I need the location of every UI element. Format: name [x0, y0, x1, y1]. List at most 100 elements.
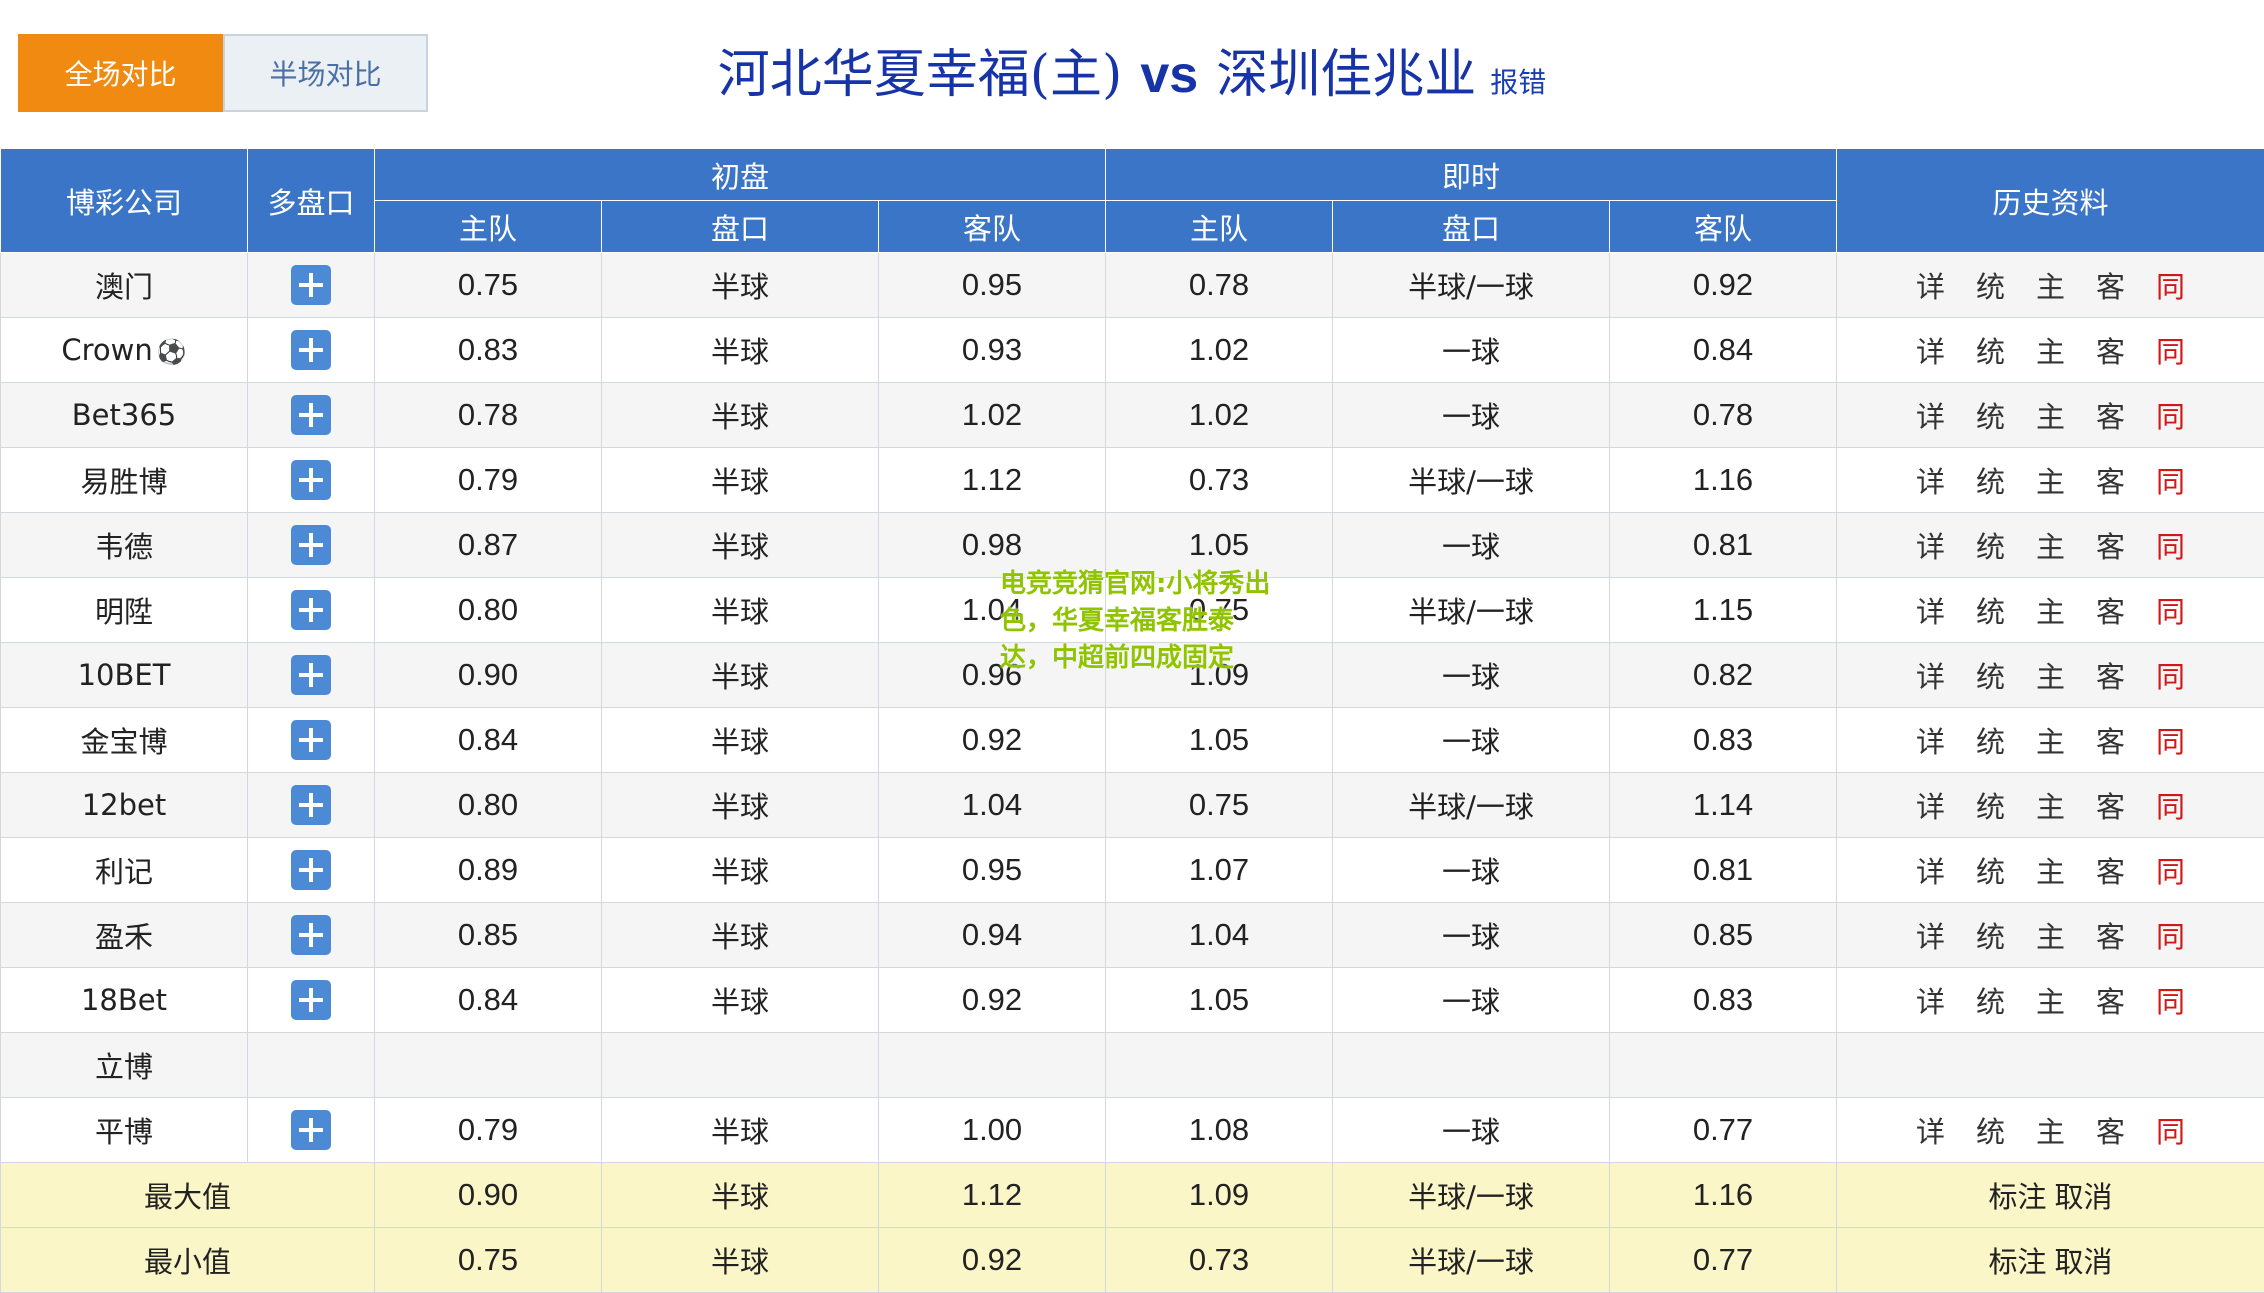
history-link-3[interactable]: 客: [2081, 459, 2141, 501]
history-link-2[interactable]: 主: [2021, 979, 2081, 1021]
history-link-0[interactable]: 详: [1901, 524, 1961, 566]
company-cell: 易胜博: [1, 448, 248, 513]
history-link-1[interactable]: 统: [1961, 979, 2021, 1021]
history-link-3[interactable]: 客: [2081, 329, 2141, 371]
history-link-3[interactable]: 客: [2081, 654, 2141, 696]
plus-square-icon[interactable]: [291, 525, 331, 565]
history-link-2[interactable]: 主: [2021, 589, 2081, 631]
history-link-3[interactable]: 客: [2081, 849, 2141, 891]
history-link-1[interactable]: 统: [1961, 849, 2021, 891]
history-link-1[interactable]: 统: [1961, 264, 2021, 306]
history-link-3[interactable]: 客: [2081, 719, 2141, 761]
mark-link[interactable]: 标注: [1988, 1180, 2046, 1214]
history-link-4[interactable]: 同: [2141, 914, 2201, 956]
history-link-2[interactable]: 主: [2021, 394, 2081, 436]
summary-init-away: 0.92: [879, 1228, 1106, 1293]
history-link-3[interactable]: 客: [2081, 914, 2141, 956]
history-link-0[interactable]: 详: [1901, 264, 1961, 306]
history-link-3[interactable]: 客: [2081, 589, 2141, 631]
history-link-3[interactable]: 客: [2081, 784, 2141, 826]
plus-square-icon[interactable]: [291, 460, 331, 500]
history-link-0[interactable]: 详: [1901, 329, 1961, 371]
plus-square-icon[interactable]: [291, 330, 331, 370]
history-link-4[interactable]: 同: [2141, 264, 2201, 306]
history-link-4[interactable]: 同: [2141, 589, 2201, 631]
history-link-0[interactable]: 详: [1901, 394, 1961, 436]
history-link-0[interactable]: 详: [1901, 1109, 1961, 1151]
summary-actions: 标注取消: [1837, 1228, 2264, 1293]
history-link-4[interactable]: 同: [2141, 654, 2201, 696]
history-link-4[interactable]: 同: [2141, 849, 2201, 891]
history-link-1[interactable]: 统: [1961, 719, 2021, 761]
company-name: 立博: [95, 1050, 153, 1084]
company-name: 澳门: [95, 270, 153, 304]
multi-cell: [248, 383, 375, 448]
history-link-0[interactable]: 详: [1901, 784, 1961, 826]
history-link-0[interactable]: 详: [1901, 719, 1961, 761]
header-history: 历史资料: [1837, 149, 2264, 253]
history-link-0[interactable]: 详: [1901, 849, 1961, 891]
header-initial-line: 盘口: [602, 201, 879, 253]
live-away-cell: 0.78: [1610, 383, 1837, 448]
plus-square-icon[interactable]: [291, 590, 331, 630]
plus-square-icon[interactable]: [291, 655, 331, 695]
plus-square-icon[interactable]: [291, 720, 331, 760]
report-error-link[interactable]: 报错: [1490, 66, 1546, 99]
history-link-3[interactable]: 客: [2081, 1109, 2141, 1151]
history-link-4[interactable]: 同: [2141, 329, 2201, 371]
history-link-2[interactable]: 主: [2021, 264, 2081, 306]
history-link-1[interactable]: 统: [1961, 394, 2021, 436]
plus-square-icon[interactable]: [291, 265, 331, 305]
history-link-1[interactable]: 统: [1961, 589, 2021, 631]
live-away-cell: 1.14: [1610, 773, 1837, 838]
history-link-2[interactable]: 主: [2021, 524, 2081, 566]
history-link-2[interactable]: 主: [2021, 329, 2081, 371]
history-link-3[interactable]: 客: [2081, 979, 2141, 1021]
table-row: 易胜博0.79半球1.120.73半球/一球1.16详统主客同: [1, 448, 2264, 513]
header-live-line: 盘口: [1333, 201, 1610, 253]
history-link-0[interactable]: 详: [1901, 459, 1961, 501]
history-link-2[interactable]: 主: [2021, 459, 2081, 501]
mark-link[interactable]: 标注: [1988, 1245, 2046, 1279]
history-link-0[interactable]: 详: [1901, 654, 1961, 696]
history-link-1[interactable]: 统: [1961, 524, 2021, 566]
history-link-1[interactable]: 统: [1961, 329, 2021, 371]
history-link-4[interactable]: 同: [2141, 394, 2201, 436]
history-link-1[interactable]: 统: [1961, 1109, 2021, 1151]
cancel-link[interactable]: 取消: [2055, 1245, 2113, 1279]
history-link-2[interactable]: 主: [2021, 914, 2081, 956]
history-link-2[interactable]: 主: [2021, 719, 2081, 761]
history-link-4[interactable]: 同: [2141, 784, 2201, 826]
history-link-3[interactable]: 客: [2081, 394, 2141, 436]
history-link-3[interactable]: 客: [2081, 264, 2141, 306]
summary-live-line: 半球/一球: [1333, 1163, 1610, 1228]
history-link-2[interactable]: 主: [2021, 784, 2081, 826]
history-link-3[interactable]: 客: [2081, 524, 2141, 566]
history-link-1[interactable]: 统: [1961, 459, 2021, 501]
history-link-1[interactable]: 统: [1961, 784, 2021, 826]
history-link-4[interactable]: 同: [2141, 719, 2201, 761]
history-link-1[interactable]: 统: [1961, 914, 2021, 956]
history-link-0[interactable]: 详: [1901, 914, 1961, 956]
history-link-1[interactable]: 统: [1961, 654, 2021, 696]
plus-square-icon[interactable]: [291, 980, 331, 1020]
summary-init-line: 半球: [602, 1163, 879, 1228]
history-link-2[interactable]: 主: [2021, 849, 2081, 891]
history-link-4[interactable]: 同: [2141, 1109, 2201, 1151]
live-home-cell: 1.05: [1106, 708, 1333, 773]
plus-square-icon[interactable]: [291, 915, 331, 955]
header-company: 博彩公司: [1, 149, 248, 253]
history-link-0[interactable]: 详: [1901, 979, 1961, 1021]
history-link-2[interactable]: 主: [2021, 654, 2081, 696]
live-home-cell: 0.78: [1106, 253, 1333, 318]
history-link-2[interactable]: 主: [2021, 1109, 2081, 1151]
plus-square-icon[interactable]: [291, 850, 331, 890]
history-link-4[interactable]: 同: [2141, 524, 2201, 566]
plus-square-icon[interactable]: [291, 785, 331, 825]
plus-square-icon[interactable]: [291, 1110, 331, 1150]
history-link-4[interactable]: 同: [2141, 979, 2201, 1021]
cancel-link[interactable]: 取消: [2055, 1180, 2113, 1214]
history-link-4[interactable]: 同: [2141, 459, 2201, 501]
history-link-0[interactable]: 详: [1901, 589, 1961, 631]
plus-square-icon[interactable]: [291, 395, 331, 435]
